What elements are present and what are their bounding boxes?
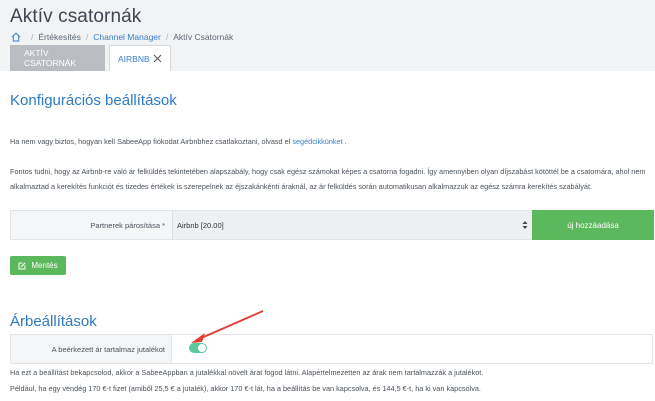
commission-toggle-label: A beérkezett ár tartalmaz jutalékot — [11, 335, 172, 363]
partner-pairing-row: Partnerek párosítása * Airbnb [20.00] új… — [10, 210, 654, 240]
help-text-body: Ha nem vagy biztos, hogyan kell SabeeApp… — [10, 137, 291, 146]
home-icon[interactable] — [11, 32, 21, 42]
add-new-button[interactable]: új hozzáadása — [532, 210, 654, 240]
breadcrumb-item-active-channels: Aktív Csatornák — [173, 32, 234, 42]
commission-row: A beérkezett ár tartalmaz jutalékot — [10, 334, 653, 364]
commission-note-line-1: Ha ezt a beállítást bekapcsolod, akkor a… — [10, 368, 484, 377]
config-section-title: Konfigurációs beállítások — [10, 92, 177, 109]
tab-active-channels[interactable]: AKTÍV CSATORNÁK — [10, 45, 105, 71]
save-button[interactable]: Mentés — [10, 256, 66, 275]
rounding-info-line-1: Fontos tudni, hogy az Airbnb-re való ár … — [10, 167, 646, 176]
pricing-section-title: Árbeállítások — [10, 313, 97, 330]
breadcrumb-separator: / — [165, 32, 169, 42]
help-text-suffix: . — [344, 137, 347, 146]
breadcrumb-item-sales[interactable]: Értékesítés — [38, 32, 81, 42]
breadcrumb-separator: / — [85, 32, 89, 42]
breadcrumb: / Értékesítés / Channel Manager / Aktív … — [11, 30, 233, 44]
rounding-info-line-2: alkalmaztad a kerekítés funkciót és tize… — [10, 182, 593, 191]
close-icon[interactable] — [153, 54, 162, 63]
breadcrumb-separator: / — [31, 32, 34, 42]
page-title: Aktív csatornák — [10, 6, 142, 27]
commission-note-line-2: Például, ha egy vendég 170 €-t fizet (am… — [10, 384, 481, 393]
breadcrumb-item-channel-manager[interactable]: Channel Manager — [93, 32, 161, 42]
partner-pairing-label: Partnerek párosítása * — [90, 220, 165, 230]
partner-pairing-value: Airbnb [20.00] — [177, 220, 224, 230]
rounding-info: Fontos tudni, hogy az Airbnb-re való ár … — [10, 164, 650, 194]
edit-icon — [18, 262, 26, 269]
save-button-label: Mentés — [31, 261, 58, 270]
annotation-arrow-icon — [191, 310, 264, 343]
partner-pairing-select[interactable]: Airbnb [20.00] — [172, 211, 532, 239]
tab-airbnb-label: AIRBNB — [118, 53, 150, 64]
tab-bar: AKTÍV CSATORNÁK AIRBNB — [10, 45, 171, 71]
help-text: Ha nem vagy biztos, hogyan kell SabeeApp… — [10, 134, 347, 149]
tab-airbnb[interactable]: AIRBNB — [109, 45, 171, 71]
commission-note: Ha ezt a beállítást bekapcsolod, akkor a… — [10, 365, 650, 397]
help-article-link[interactable]: segédcikkünket — [292, 137, 342, 146]
select-arrows-icon — [522, 221, 528, 229]
